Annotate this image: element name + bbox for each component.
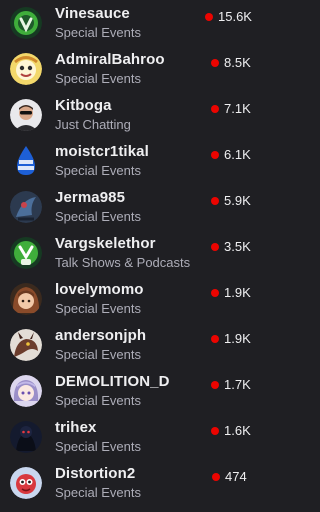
channel-item-kitboga[interactable]: Kitboga Just Chatting 7.1K [0, 92, 263, 138]
cartoon-face-icon [10, 53, 42, 85]
live-indicator-icon [211, 151, 219, 159]
live-channels-list: Vinesauce Special Events 15.6K AdmiralBa… [0, 0, 263, 512]
channel-name: moistcr1tikal [55, 143, 149, 160]
channel-name: Vinesauce [55, 5, 130, 22]
channel-name: andersonjph [55, 327, 147, 344]
live-indicator-icon [205, 13, 213, 21]
vinesauce-vine-logo-icon [10, 7, 42, 39]
viewer-count: 7.1K [224, 101, 251, 116]
channel-name: lovelymomo [55, 281, 144, 298]
big-moist-logo-icon [10, 145, 42, 177]
live-indicator-icon [211, 427, 219, 435]
viewer-count: 6.1K [224, 147, 251, 162]
channel-name: Kitboga [55, 97, 112, 114]
viewer-count: 3.5K [224, 239, 251, 254]
channel-item-andersonjph[interactable]: andersonjph Special Events 1.9K [0, 322, 263, 368]
live-indicator-icon [211, 59, 219, 67]
channel-name: DEMOLITION_D [55, 373, 170, 390]
channel-category: Special Events [55, 439, 141, 454]
channel-category: Just Chatting [55, 117, 131, 132]
anime-girl-icon [10, 283, 42, 315]
channel-category: Special Events [55, 71, 141, 86]
channel-category: Special Events [55, 347, 141, 362]
viewer-count: 1.9K [224, 331, 251, 346]
channel-item-jerma985[interactable]: Jerma985 Special Events 5.9K [0, 184, 263, 230]
dark-figure-icon [10, 421, 42, 453]
channel-category: Special Events [55, 393, 141, 408]
live-indicator-icon [211, 335, 219, 343]
channel-category: Special Events [55, 163, 141, 178]
anime-character-icon [10, 375, 42, 407]
viewer-count: 5.9K [224, 193, 251, 208]
dragon-creature-icon [10, 329, 42, 361]
red-character-icon [10, 467, 42, 499]
channel-item-lovelymomo[interactable]: lovelymomo Special Events 1.9K [0, 276, 263, 322]
channel-name: Vargskelethor [55, 235, 156, 252]
viewer-count: 15.6K [218, 9, 252, 24]
person-sunglasses-icon [10, 99, 42, 131]
channel-name: trihex [55, 419, 97, 436]
channel-category: Special Events [55, 25, 141, 40]
channel-name: Distortion2 [55, 465, 136, 482]
channel-item-trihex[interactable]: trihex Special Events 1.6K [0, 414, 263, 460]
viewer-count: 8.5K [224, 55, 251, 70]
channel-item-distortion2[interactable]: Distortion2 Special Events 474 [0, 460, 263, 506]
channel-name: Jerma985 [55, 189, 126, 206]
viewer-count: 1.9K [224, 285, 251, 300]
channel-item-admiralbahroo[interactable]: AdmiralBahroo Special Events 8.5K [0, 46, 263, 92]
live-indicator-icon [211, 289, 219, 297]
channel-item-demolition-d[interactable]: DEMOLITION_D Special Events 1.7K [0, 368, 263, 414]
viewer-count: 1.7K [224, 377, 251, 392]
live-indicator-icon [211, 105, 219, 113]
vinesauce-vine-logo-icon [10, 237, 42, 269]
live-indicator-icon [211, 243, 219, 251]
live-indicator-icon [212, 473, 220, 481]
channel-name: AdmiralBahroo [55, 51, 165, 68]
live-indicator-icon [211, 381, 219, 389]
live-indicator-icon [211, 197, 219, 205]
channel-category: Special Events [55, 209, 141, 224]
channel-category: Special Events [55, 301, 141, 316]
channel-category: Special Events [55, 485, 141, 500]
channel-item-vargskelethor[interactable]: Vargskelethor Talk Shows & Podcasts 3.5K [0, 230, 263, 276]
channel-item-vinesauce[interactable]: Vinesauce Special Events 15.6K [0, 0, 263, 46]
channel-item-moistcr1tikal[interactable]: moistcr1tikal Special Events 6.1K [0, 138, 263, 184]
channel-category: Talk Shows & Podcasts [55, 255, 191, 270]
viewer-count: 474 [225, 469, 247, 484]
viewer-count: 1.6K [224, 423, 251, 438]
dark-character-icon [10, 191, 42, 223]
